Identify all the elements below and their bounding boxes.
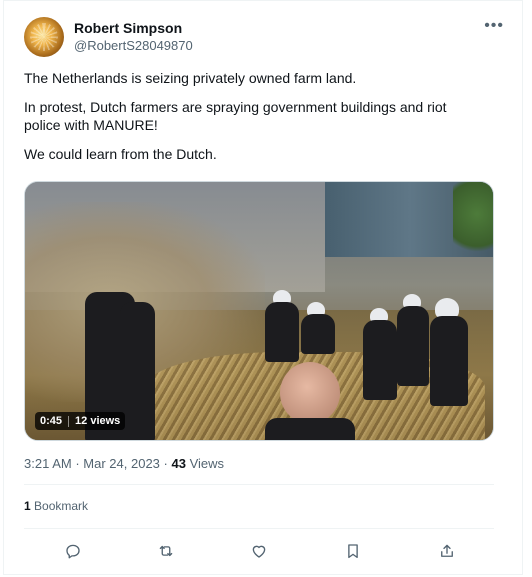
bookmark-label: Bookmark [34, 499, 89, 513]
tweet-text-line: The Netherlands is seizing privately own… [24, 70, 357, 86]
tweet-date[interactable]: Mar 24, 2023 [83, 456, 160, 471]
like-icon [252, 545, 266, 558]
views-label: Views [189, 456, 225, 471]
video-scene-police [265, 302, 299, 362]
divider [24, 484, 494, 485]
badge-divider [68, 415, 70, 427]
video-badge: 0:45 12 views [35, 412, 126, 430]
video-scene-police [397, 306, 429, 386]
tweet-meta: 3:21 AM · Mar 24, 2023 · 43 Views [24, 456, 224, 471]
author-name[interactable]: Robert Simpson [74, 20, 182, 36]
tweet-card: Robert Simpson @RobertS28049870 ••• The … [3, 0, 523, 575]
video-scene-police [430, 316, 468, 406]
bookmark-stats[interactable]: 1 Bookmark [24, 499, 88, 513]
views-count: 43 [171, 456, 186, 471]
tweet-time[interactable]: 3:21 AM [24, 456, 72, 471]
divider [24, 528, 494, 529]
retweet-icon [159, 545, 173, 557]
reply-icon [66, 544, 80, 559]
tweet-text-line: In protest, Dutch farmers are spraying g… [24, 99, 447, 133]
video-scene-police [301, 314, 335, 354]
video-scene-farmer [120, 302, 155, 440]
like-button[interactable] [247, 539, 271, 563]
video-scene-bald-head [280, 362, 340, 424]
video-scene-police [363, 320, 397, 400]
meta-separator: · [75, 456, 80, 471]
action-bar [24, 539, 494, 563]
avatar[interactable] [24, 17, 64, 57]
reply-button[interactable] [61, 539, 85, 563]
video-scene-trees [453, 182, 493, 262]
bookmark-button[interactable] [341, 539, 365, 563]
bookmark-count: 1 [24, 499, 31, 513]
tweet-text-line: We could learn from the Dutch. [24, 146, 217, 162]
author-handle[interactable]: @RobertS28049870 [74, 38, 193, 53]
share-button[interactable] [435, 539, 459, 563]
share-icon [441, 544, 453, 557]
more-horizontal-icon[interactable]: ••• [484, 17, 504, 35]
video-views: 12 views [75, 415, 121, 427]
video-duration: 0:45 [40, 415, 63, 427]
retweet-button[interactable] [154, 539, 178, 563]
bookmark-icon [348, 544, 358, 559]
meta-separator: · [163, 456, 168, 471]
video-player[interactable]: 0:45 12 views [24, 181, 494, 441]
tweet-text: The Netherlands is seizing privately own… [24, 69, 494, 174]
video-scene-person-foreground [265, 418, 355, 440]
